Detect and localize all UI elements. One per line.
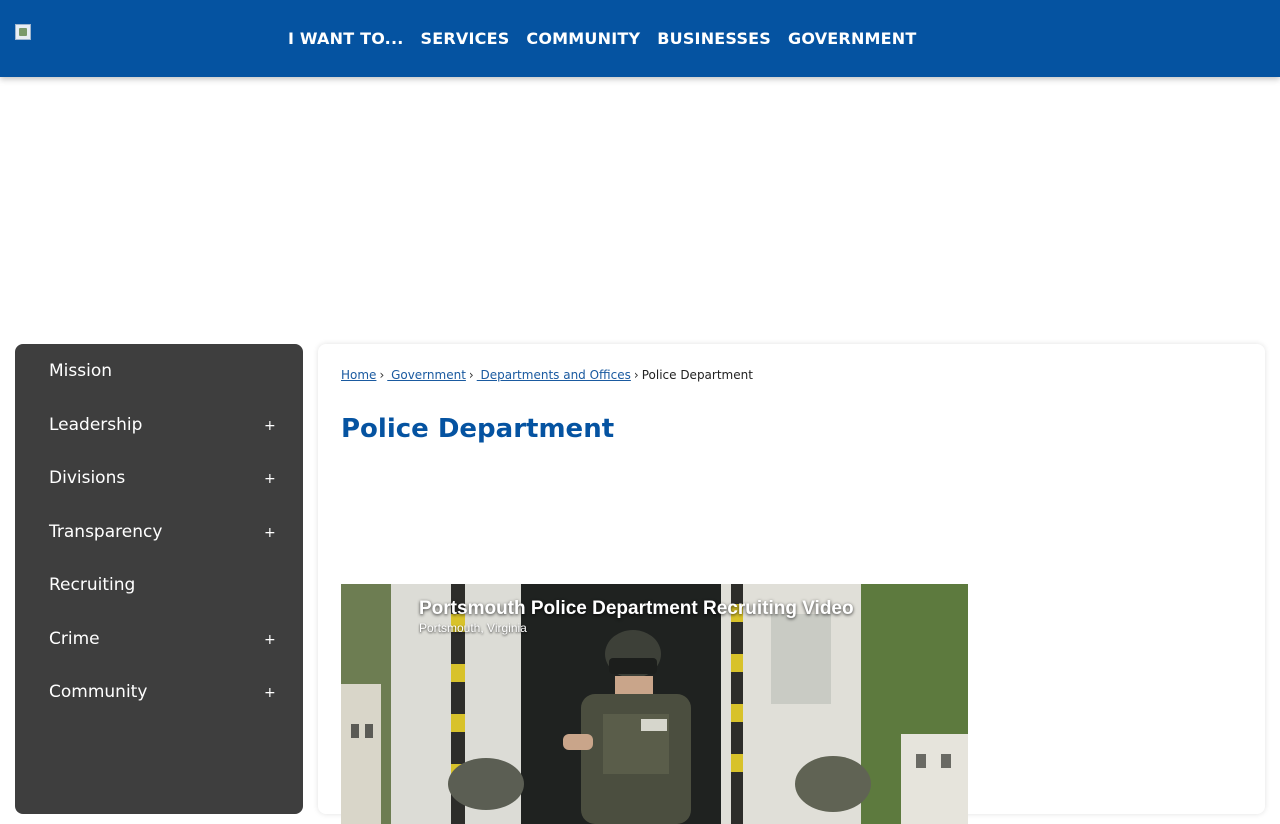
sidebar: Mission Leadership + Divisions + Transpa… [15,344,303,814]
sidebar-item-label: Crime [49,628,100,649]
breadcrumb-separator: › [468,368,474,382]
breadcrumb-government[interactable]: Government [387,368,466,382]
nav-businesses[interactable]: BUSINESSES [657,29,771,48]
site-header: I WANT TO... SERVICES COMMUNITY BUSINESS… [0,0,1280,77]
main-nav: I WANT TO... SERVICES COMMUNITY BUSINESS… [288,26,917,50]
sidebar-item-label: Leadership [49,414,143,435]
sidebar-item-label: Mission [49,360,113,381]
sidebar-item-label: Transparency [49,521,163,542]
nav-government[interactable]: GOVERNMENT [788,29,916,48]
sidebar-item-community[interactable]: Community + [15,665,303,718]
breadcrumb-home[interactable]: Home [341,368,376,382]
broken-image-icon[interactable] [15,24,31,40]
nav-services[interactable]: SERVICES [421,29,510,48]
recruiting-video-player[interactable]: Portsmouth Police Department Recruiting … [341,584,968,824]
plus-icon[interactable]: + [264,471,276,487]
sidebar-item-divisions[interactable]: Divisions + [15,451,303,504]
nav-community[interactable]: COMMUNITY [526,29,640,48]
breadcrumb-current: Police Department [641,368,753,382]
main-content: Home › Government › Departments and Office… [318,344,1265,824]
page-title: Police Department [341,414,615,444]
sidebar-item-label: Divisions [49,467,126,488]
plus-icon[interactable]: + [264,418,276,434]
breadcrumb-separator: › [379,368,385,382]
nav-i-want-to[interactable]: I WANT TO... [288,29,404,48]
sidebar-item-leadership[interactable]: Leadership + [15,398,303,451]
sidebar-item-crime[interactable]: Crime + [15,612,303,665]
sidebar-item-label: Recruiting [49,574,136,595]
sidebar-item-transparency[interactable]: Transparency + [15,505,303,558]
breadcrumb: Home › Government › Departments and Office… [341,368,753,382]
video-thumbnail [341,584,968,824]
sidebar-item-label: Community [49,681,148,702]
plus-icon[interactable]: + [264,525,276,541]
breadcrumb-separator: › [633,368,639,382]
breadcrumb-departments[interactable]: Departments and Offices [477,368,631,382]
video-subtitle: Portsmouth, Virginia [419,621,527,635]
sidebar-item-recruiting[interactable]: Recruiting [15,558,303,611]
video-title: Portsmouth Police Department Recruiting … [419,598,854,619]
plus-icon[interactable]: + [264,632,276,648]
plus-icon[interactable]: + [264,685,276,701]
sidebar-item-mission[interactable]: Mission [15,344,303,397]
